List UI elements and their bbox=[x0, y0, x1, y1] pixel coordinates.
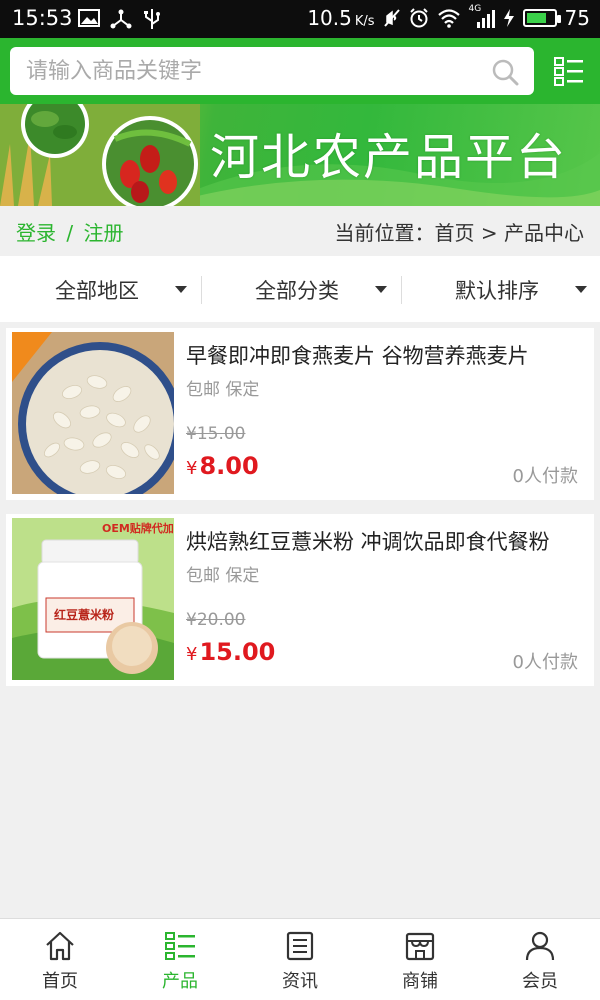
nav-item-news[interactable]: 资讯 bbox=[240, 919, 360, 1000]
product-sold-count: 0人付款 bbox=[512, 652, 578, 673]
home-icon bbox=[46, 931, 74, 961]
product-original-price: ¥20.00 bbox=[186, 610, 246, 630]
product-title[interactable]: 早餐即冲即食燕麦片 谷物营养燕麦片 bbox=[186, 340, 529, 370]
nav-label: 产品 bbox=[162, 971, 198, 992]
shop-icon bbox=[405, 932, 435, 961]
nav-label: 商铺 bbox=[402, 971, 438, 992]
alarm-icon bbox=[409, 8, 428, 28]
menu-icon[interactable] bbox=[554, 56, 584, 86]
filter-category[interactable]: 全部分类 bbox=[200, 256, 400, 322]
bottom-nav: 首页 产品 资讯 商铺 会员 bbox=[0, 918, 600, 1000]
product-sold-count: 0人付款 bbox=[512, 466, 578, 487]
oem-banner-text: OEM贴牌代加 bbox=[102, 522, 174, 535]
search-box[interactable] bbox=[10, 47, 534, 95]
filter-sort[interactable]: 默认排序 bbox=[400, 256, 600, 322]
nav-label: 资讯 bbox=[282, 971, 318, 992]
product-price: ¥8.00 bbox=[186, 452, 259, 480]
status-bar: 15:53 10.5 K/s 4G 75 bbox=[0, 0, 600, 38]
jar-label-text: 红豆薏米粉 bbox=[54, 608, 115, 622]
product-original-price: ¥15.00 bbox=[186, 424, 246, 444]
image-icon bbox=[78, 9, 100, 27]
nav-item-home[interactable]: 首页 bbox=[0, 919, 120, 1000]
product-image-red-bean-powder[interactable]: OEM贴牌代加 红豆薏米粉 bbox=[12, 518, 174, 680]
search-input[interactable] bbox=[26, 47, 486, 95]
product-tags: 包邮 保定 bbox=[186, 380, 260, 400]
nav-label: 首页 bbox=[42, 971, 78, 992]
product-price: ¥15.00 bbox=[186, 638, 276, 666]
caret-down-icon bbox=[375, 286, 387, 293]
filter-sort-label: 默认排序 bbox=[455, 279, 539, 303]
product-title[interactable]: 烘焙熟红豆薏米粉 冲调饮品即食代餐粉 bbox=[186, 526, 550, 556]
network-speed: 10.5 K/s bbox=[307, 6, 375, 30]
nav-item-shop[interactable]: 商铺 bbox=[360, 919, 480, 1000]
usb-share-icon bbox=[110, 9, 132, 29]
location-bar: 登录 / 注册 当前位置：首页 > 产品中心 bbox=[0, 206, 600, 254]
app-header bbox=[0, 38, 600, 104]
mute-icon bbox=[383, 9, 400, 27]
product-image-oatmeal[interactable] bbox=[12, 332, 174, 494]
search-icon[interactable] bbox=[490, 57, 520, 87]
battery-icon bbox=[522, 9, 561, 27]
filter-region[interactable]: 全部地区 bbox=[0, 256, 200, 322]
product-tags: 包邮 保定 bbox=[186, 566, 260, 586]
product-card[interactable]: OEM贴牌代加 红豆薏米粉 烘焙熟红豆薏米粉 冲调饮品即食代餐粉 包邮 保定 ¥… bbox=[6, 514, 594, 686]
nav-item-member[interactable]: 会员 bbox=[480, 919, 600, 1000]
list-icon bbox=[165, 932, 195, 960]
filter-region-label: 全部地区 bbox=[55, 279, 139, 303]
nav-label: 会员 bbox=[522, 971, 558, 992]
product-card[interactable]: 早餐即冲即食燕麦片 谷物营养燕麦片 包邮 保定 ¥15.00 ¥8.00 0人付… bbox=[6, 328, 594, 500]
status-time: 15:53 bbox=[12, 6, 73, 30]
wifi-icon bbox=[437, 9, 460, 28]
nav-item-products[interactable]: 产品 bbox=[120, 919, 240, 1000]
auth-links: 登录 / 注册 bbox=[16, 217, 123, 246]
battery-level: 75 bbox=[564, 6, 590, 30]
auth-separator: / bbox=[66, 221, 74, 245]
usb-icon bbox=[144, 9, 160, 29]
filter-bar: 全部地区 全部分类 默认排序 bbox=[0, 256, 600, 322]
login-link[interactable]: 登录 bbox=[16, 221, 56, 245]
register-link[interactable]: 注册 bbox=[83, 221, 123, 245]
charging-icon bbox=[503, 9, 514, 27]
signal-icon: 4G bbox=[469, 4, 495, 28]
caret-down-icon bbox=[175, 286, 187, 293]
filter-category-label: 全部分类 bbox=[255, 279, 339, 303]
user-icon bbox=[525, 931, 555, 961]
news-icon bbox=[286, 931, 314, 961]
caret-down-icon bbox=[575, 286, 587, 293]
breadcrumb: 当前位置：首页 > 产品中心 bbox=[334, 221, 584, 245]
banner-produce-image bbox=[0, 104, 200, 206]
banner-title: 河北农产品平台 bbox=[210, 129, 568, 186]
banner[interactable]: 河北农产品平台 bbox=[0, 104, 600, 206]
